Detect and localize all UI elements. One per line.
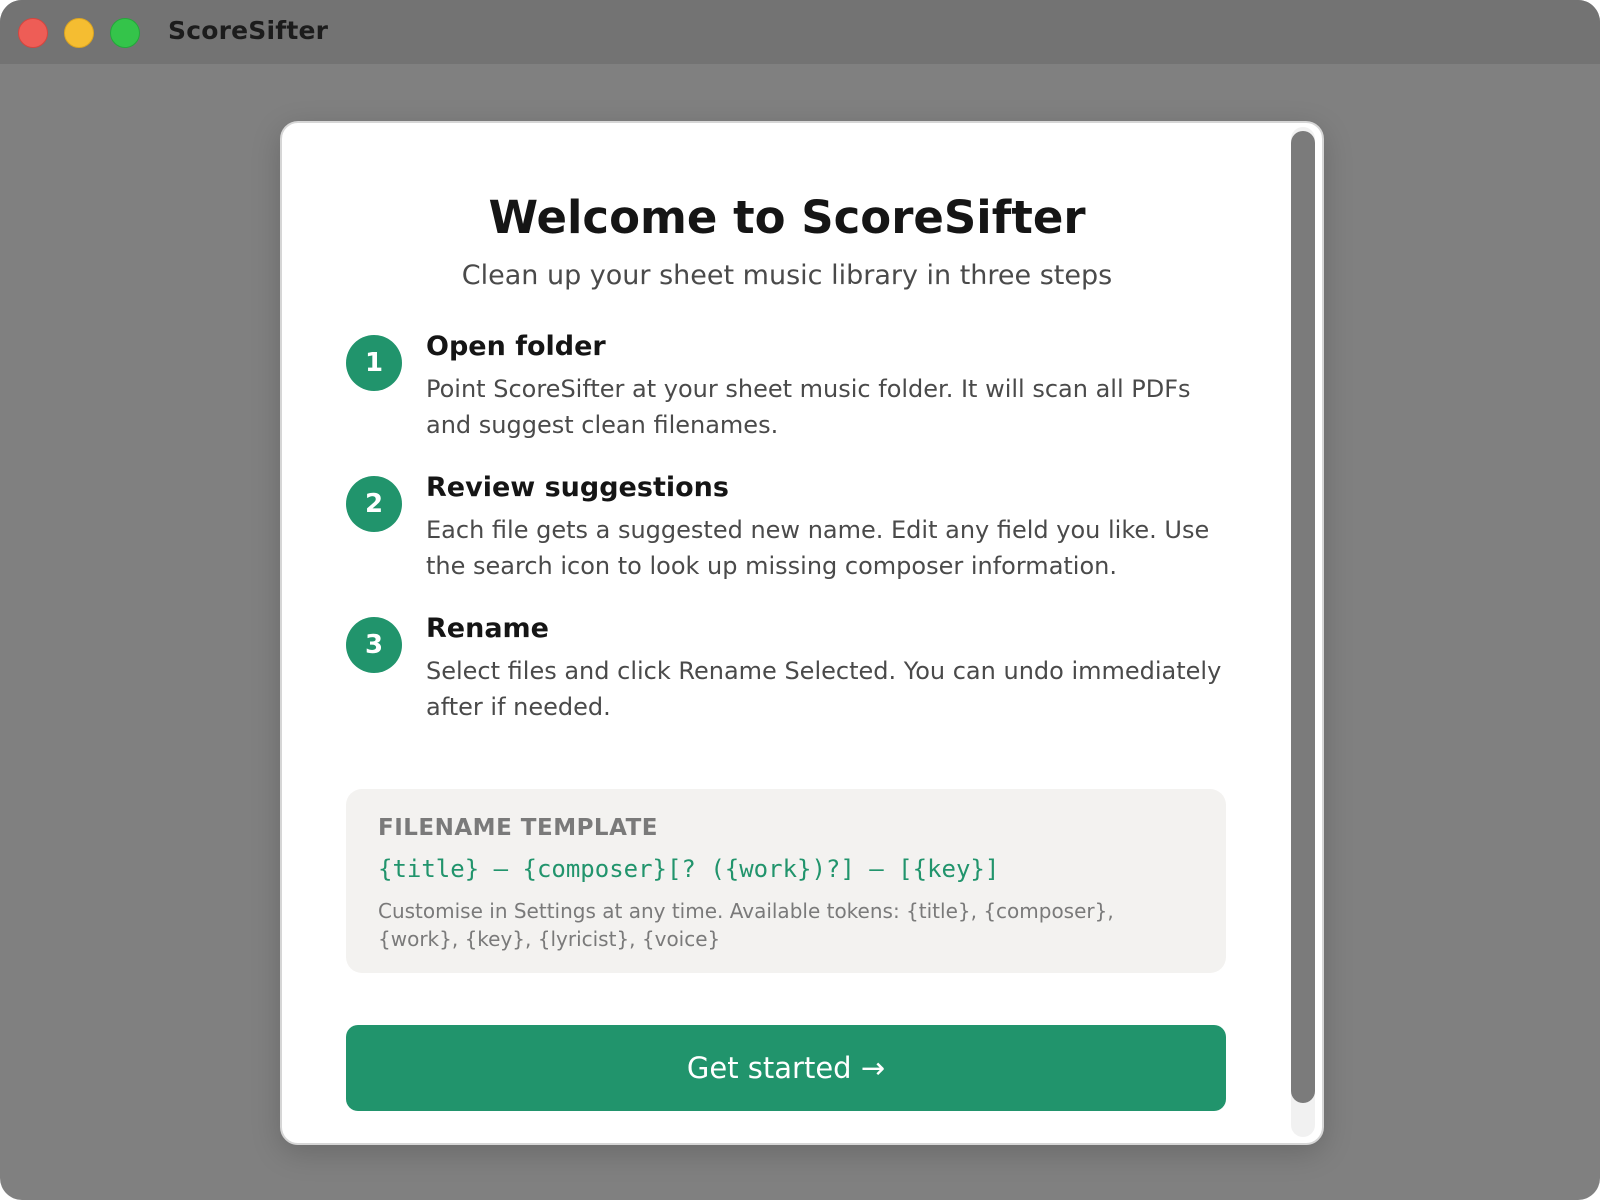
- scrollbar-thumb[interactable]: [1291, 131, 1315, 1103]
- step-number-badge: 3: [346, 617, 402, 673]
- scrollbar-track[interactable]: [1291, 127, 1315, 1137]
- template-note: Customise in Settings at any time. Avail…: [378, 899, 1114, 951]
- step-description: Select files and click Rename Selected. …: [426, 657, 1222, 721]
- step-title: Rename: [426, 613, 549, 644]
- step-title: Review suggestions: [426, 472, 729, 503]
- step-number-badge: 1: [346, 335, 402, 391]
- step-description: Point ScoreSifter at your sheet music fo…: [426, 375, 1191, 439]
- welcome-subtitle: Clean up your sheet music library in thr…: [461, 260, 1113, 291]
- window-title: ScoreSifter: [168, 16, 329, 45]
- step-description: Each file gets a suggested new name. Edi…: [426, 516, 1210, 580]
- get-started-button[interactable]: Get started →: [346, 1025, 1226, 1111]
- template-pattern: {title} – {composer}[? ({work})?] – [{ke…: [378, 855, 1000, 883]
- app-window: ScoreSifter Welcome to ScoreSifter Clean…: [0, 0, 1600, 1200]
- template-label: FILENAME TEMPLATE: [378, 815, 659, 841]
- zoom-window-button[interactable]: [110, 18, 140, 48]
- step-number-badge: 2: [346, 476, 402, 532]
- step-title: Open folder: [426, 331, 606, 362]
- filename-template-panel: FILENAME TEMPLATE {title} – {composer}[?…: [346, 789, 1226, 973]
- minimize-window-button[interactable]: [64, 18, 94, 48]
- title-bar[interactable]: ScoreSifter: [0, 0, 1600, 64]
- close-window-button[interactable]: [18, 18, 48, 48]
- welcome-title: Welcome to ScoreSifter: [488, 191, 1086, 244]
- welcome-dialog: Welcome to ScoreSifter Clean up your she…: [280, 121, 1324, 1145]
